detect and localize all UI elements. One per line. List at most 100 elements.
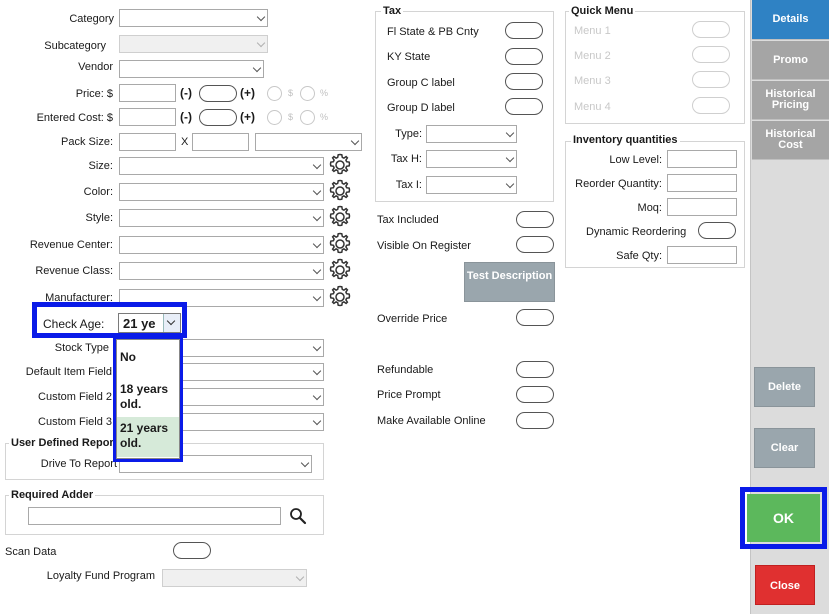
moq-input[interactable] [667, 198, 737, 216]
scan-data-toggle[interactable] [173, 542, 211, 559]
price-prompt-toggle[interactable] [516, 386, 554, 403]
cost-percent-symbol: % [320, 112, 329, 122]
entered-cost-label: Entered Cost: $ [36, 112, 113, 124]
test-description-button[interactable]: Test Description [464, 262, 555, 302]
delete-button[interactable]: Delete [754, 367, 815, 407]
pack-unit-select[interactable] [255, 133, 362, 151]
category-select[interactable] [119, 9, 268, 27]
group-d-toggle[interactable] [505, 98, 543, 115]
menu-3-toggle[interactable] [692, 71, 730, 88]
group-c-toggle[interactable] [505, 73, 543, 90]
close-button[interactable]: Close [755, 565, 815, 605]
tax-included-toggle[interactable] [516, 211, 554, 228]
tax-type-label: Type: [395, 128, 422, 140]
price-percent-symbol: % [320, 88, 329, 98]
revenue-class-select[interactable] [119, 262, 324, 280]
size-settings-gear-icon[interactable] [328, 153, 352, 177]
pack-x-label: X [181, 136, 189, 148]
option-21-years[interactable]: 21 years old. [120, 421, 178, 451]
ky-state-toggle[interactable] [505, 48, 543, 65]
size-select[interactable] [119, 157, 324, 175]
inventory-title: Inventory quantities [571, 134, 680, 146]
price-input[interactable] [119, 84, 176, 102]
price-increase-button[interactable]: (+) [240, 86, 255, 100]
chevron-down-icon[interactable] [163, 314, 180, 332]
moq-label: Moq: [637, 202, 662, 214]
price-dollar-symbol: $ [288, 88, 294, 98]
color-settings-gear-icon[interactable] [328, 179, 352, 203]
loyalty-fund-select[interactable] [162, 569, 307, 587]
cost-decrease-button[interactable]: (-) [180, 110, 192, 124]
safe-qty-input[interactable] [667, 246, 737, 264]
required-adder-input[interactable] [28, 507, 281, 525]
menu-1-toggle[interactable] [692, 21, 730, 38]
tax-i-label: Tax I: [395, 179, 422, 191]
cost-increase-button[interactable]: (+) [240, 110, 255, 124]
tax-type-select[interactable] [426, 125, 517, 143]
manufacturer-settings-gear-icon[interactable] [328, 285, 352, 309]
tab-promo[interactable]: Promo [752, 41, 829, 80]
tax-i-select[interactable] [426, 176, 517, 194]
required-adder-title: Required Adder [9, 489, 96, 501]
entered-cost-input[interactable] [119, 108, 176, 126]
menu-1-label: Menu 1 [574, 25, 611, 37]
tax-included-label: Tax Included [377, 214, 439, 226]
clear-button[interactable]: Clear [754, 428, 815, 468]
ky-state-label: KY State [387, 51, 431, 63]
menu-4-toggle[interactable] [692, 97, 730, 114]
reorder-quantity-input[interactable] [667, 174, 737, 192]
search-icon[interactable] [289, 507, 307, 525]
color-select[interactable] [119, 183, 324, 201]
price-decrease-button[interactable]: (-) [180, 86, 192, 100]
style-select[interactable] [119, 209, 324, 227]
subcategory-select[interactable] [119, 35, 268, 53]
pack-size-input[interactable] [119, 133, 176, 151]
fl-state-label: Fl State & PB Cnty [387, 26, 479, 38]
menu-4-label: Menu 4 [574, 101, 611, 113]
tax-title: Tax [381, 5, 404, 17]
option-18-years[interactable]: 18 years old. [120, 382, 178, 412]
price-percent-radio[interactable] [300, 86, 315, 101]
menu-2-toggle[interactable] [692, 46, 730, 63]
vendor-select[interactable] [119, 60, 264, 78]
quick-menu-title: Quick Menu [569, 5, 636, 17]
style-settings-gear-icon[interactable] [328, 205, 352, 229]
tab-historical-cost[interactable]: Historical Cost [752, 121, 829, 160]
check-age-select[interactable]: 21 ye [118, 313, 181, 333]
revenue-center-select[interactable] [119, 236, 324, 254]
cost-dollar-symbol: $ [288, 112, 294, 122]
cost-dollar-radio[interactable] [267, 110, 282, 125]
vendor-label: Vendor [78, 61, 113, 73]
cost-percent-radio[interactable] [300, 110, 315, 125]
make-available-online-label: Make Available Online [377, 415, 486, 427]
check-age-dropdown-list: No 18 years old. 21 years old. [116, 339, 180, 459]
revenue-class-label: Revenue Class: [35, 265, 113, 277]
scan-data-label: Scan Data [5, 546, 57, 558]
override-price-label: Override Price [377, 313, 448, 325]
cost-toggle[interactable] [199, 109, 237, 126]
drive-to-report-label: Drive To Report [40, 458, 117, 470]
refundable-label: Refundable [377, 364, 434, 376]
low-level-input[interactable] [667, 150, 737, 168]
price-toggle[interactable] [199, 85, 237, 102]
override-price-toggle[interactable] [516, 309, 554, 326]
pack-qty-input[interactable] [192, 133, 249, 151]
tab-details[interactable]: Details [752, 0, 829, 40]
style-label: Style: [85, 212, 113, 224]
revenue-center-settings-gear-icon[interactable] [328, 232, 352, 256]
tab-historical-pricing[interactable]: Historical Pricing [752, 81, 829, 120]
tax-h-select[interactable] [426, 150, 517, 168]
price-dollar-radio[interactable] [267, 86, 282, 101]
visible-on-register-toggle[interactable] [516, 236, 554, 253]
pack-size-label: Pack Size: [61, 136, 113, 148]
make-available-online-toggle[interactable] [516, 412, 554, 429]
size-label: Size: [88, 160, 113, 172]
option-no[interactable]: No [120, 350, 136, 364]
refundable-toggle[interactable] [516, 361, 554, 378]
ok-button[interactable]: OK [747, 494, 820, 542]
revenue-class-settings-gear-icon[interactable] [328, 258, 352, 282]
fl-state-toggle[interactable] [505, 22, 543, 39]
dynamic-reordering-toggle[interactable] [698, 222, 736, 239]
menu-2-label: Menu 2 [574, 50, 611, 62]
loyalty-fund-label: Loyalty Fund Program [46, 570, 155, 582]
